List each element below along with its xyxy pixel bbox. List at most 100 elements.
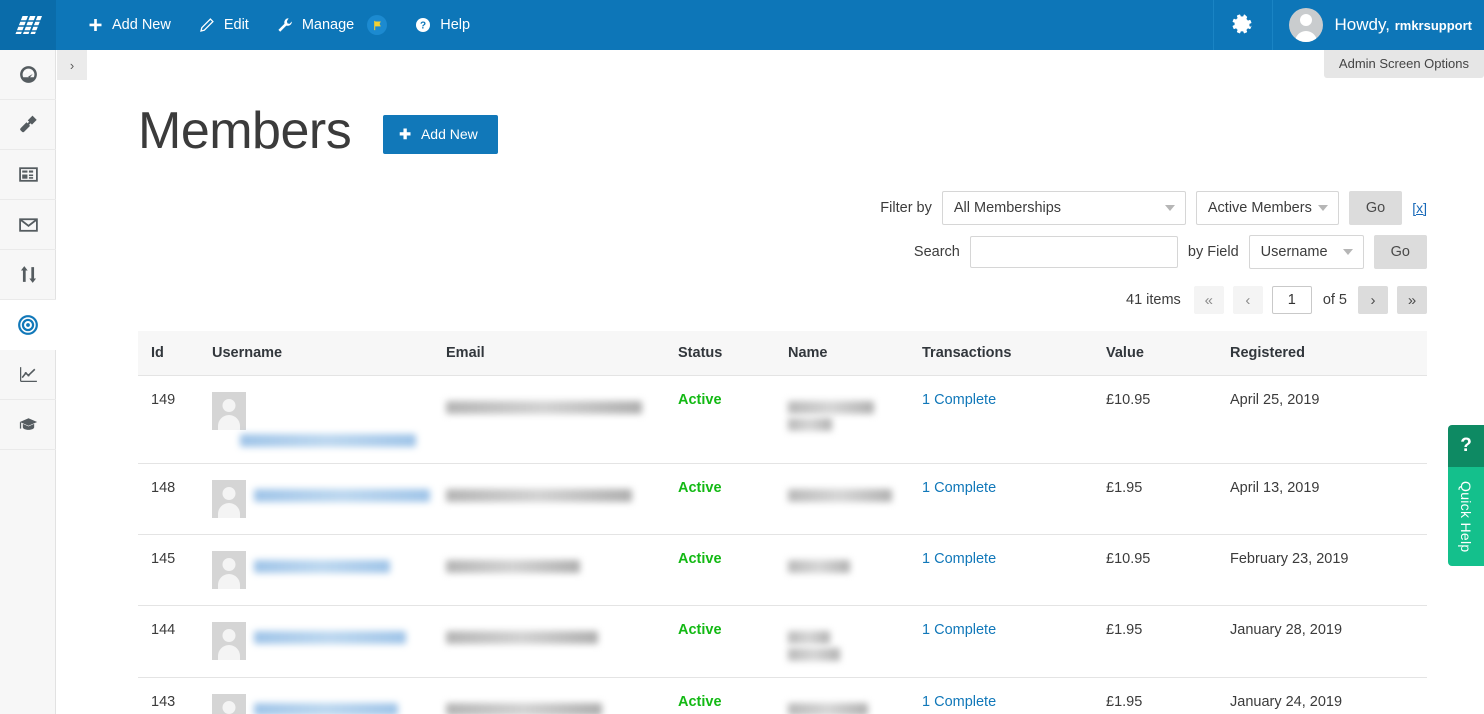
- sidebar-item-tools[interactable]: [0, 100, 56, 150]
- member-avatar: [212, 694, 246, 714]
- status-badge: Active: [678, 622, 722, 638]
- cell-username: [212, 464, 446, 535]
- flag-icon[interactable]: [367, 15, 387, 35]
- cell-value: £10.95: [1106, 376, 1230, 464]
- column-header-value[interactable]: Value: [1106, 331, 1230, 376]
- username-cell-inner[interactable]: [212, 622, 446, 660]
- username-cell-inner[interactable]: [212, 480, 446, 518]
- admin-screen-options-tab[interactable]: Admin Screen Options: [1324, 50, 1484, 78]
- status-filter-value: Active Members: [1208, 200, 1312, 216]
- last-page-button[interactable]: »: [1397, 286, 1427, 314]
- admin-bar-item-help[interactable]: ? Help: [401, 0, 484, 50]
- email-redacted: [446, 631, 598, 644]
- status-filter-select[interactable]: Active Members: [1196, 191, 1339, 225]
- table-row: 148Active1 Complete£1.95April 13, 2019: [138, 464, 1427, 535]
- site-logo[interactable]: [0, 0, 56, 50]
- column-header-username[interactable]: Username: [212, 331, 446, 376]
- username-cell-inner[interactable]: [212, 551, 446, 589]
- transactions-link[interactable]: 1 Complete: [922, 392, 996, 408]
- username-redacted[interactable]: [254, 703, 398, 714]
- status-badge: Active: [678, 694, 722, 710]
- table-row: 149Active1 Complete£10.95April 25, 2019: [138, 376, 1427, 464]
- members-table: Id Username Email Status Name Transactio…: [138, 331, 1427, 714]
- username-redacted[interactable]: [254, 489, 430, 502]
- user-account-menu[interactable]: Howdy, rmkrsupport: [1273, 0, 1484, 50]
- question-mark-icon: ?: [1460, 435, 1472, 457]
- sidebar-item-analytics[interactable]: [0, 350, 56, 400]
- cell-registered: April 13, 2019: [1230, 464, 1427, 535]
- search-field-select[interactable]: Username: [1249, 235, 1364, 269]
- members-table-wrapper: Id Username Email Status Name Transactio…: [57, 331, 1484, 714]
- column-header-transactions[interactable]: Transactions: [922, 331, 1106, 376]
- sidebar-item-courses[interactable]: [0, 400, 56, 450]
- current-page-input[interactable]: [1272, 286, 1312, 314]
- search-go-button[interactable]: Go: [1374, 235, 1427, 269]
- admin-bar-label: Add New: [112, 18, 171, 33]
- membership-filter-select[interactable]: All Memberships: [942, 191, 1186, 225]
- target-icon: [17, 314, 39, 336]
- sidebar-item-mail[interactable]: [0, 200, 56, 250]
- hammer-icon: [18, 114, 39, 135]
- sidebar-item-pages[interactable]: [0, 150, 56, 200]
- column-header-name[interactable]: Name: [788, 331, 922, 376]
- sidebar-item-memberships[interactable]: [0, 300, 56, 350]
- cell-transactions: 1 Complete: [922, 678, 1106, 714]
- sidebar-item-transfer[interactable]: [0, 250, 56, 300]
- sidebar-collapse-toggle[interactable]: ›: [57, 50, 87, 80]
- transactions-link[interactable]: 1 Complete: [922, 551, 996, 567]
- main-content: Members ✚ Add New Filter by All Membersh…: [57, 50, 1484, 714]
- email-redacted: [446, 401, 642, 414]
- column-header-status[interactable]: Status: [678, 331, 788, 376]
- admin-bar: Add New Edit Manage ? Help: [0, 0, 1484, 50]
- column-header-registered[interactable]: Registered: [1230, 331, 1427, 376]
- clear-filter-link[interactable]: [x]: [1412, 200, 1427, 216]
- graduation-cap-icon: [18, 414, 39, 435]
- sidebar-item-dashboard[interactable]: [0, 50, 56, 100]
- admin-bar-item-edit[interactable]: Edit: [185, 0, 263, 50]
- cell-id: 145: [138, 535, 212, 606]
- next-page-button[interactable]: ›: [1358, 286, 1388, 314]
- registered-date: January 28, 2019: [1230, 622, 1342, 638]
- admin-bar-item-add-new[interactable]: Add New: [74, 0, 185, 50]
- email-redacted: [446, 703, 602, 714]
- cell-email: [446, 606, 678, 678]
- transactions-link[interactable]: 1 Complete: [922, 622, 996, 638]
- first-page-button[interactable]: «: [1194, 286, 1224, 314]
- column-header-id[interactable]: Id: [138, 331, 212, 376]
- username-redacted[interactable]: [240, 434, 416, 447]
- cell-transactions: 1 Complete: [922, 464, 1106, 535]
- cell-id: 149: [138, 376, 212, 464]
- table-header-row: Id Username Email Status Name Transactio…: [138, 331, 1427, 376]
- envelope-icon: [18, 214, 39, 235]
- cell-status: Active: [678, 678, 788, 714]
- username-redacted[interactable]: [254, 560, 390, 573]
- registered-date: April 25, 2019: [1230, 392, 1319, 408]
- by-field-label: by Field: [1188, 244, 1239, 260]
- avatar: [1289, 8, 1323, 42]
- quick-help-button[interactable]: Quick Help: [1448, 467, 1484, 566]
- column-header-email[interactable]: Email: [446, 331, 678, 376]
- cell-value: £1.95: [1106, 606, 1230, 678]
- member-id: 149: [151, 392, 175, 408]
- admin-bar-label: Help: [440, 18, 470, 33]
- username-cell-inner[interactable]: [212, 694, 446, 714]
- quick-help-icon-button[interactable]: ?: [1448, 425, 1484, 467]
- cell-id: 143: [138, 678, 212, 714]
- member-avatar: [212, 551, 246, 589]
- transactions-link[interactable]: 1 Complete: [922, 694, 996, 710]
- filter-go-button[interactable]: Go: [1349, 191, 1402, 225]
- transactions-link[interactable]: 1 Complete: [922, 480, 996, 496]
- plus-icon: [88, 18, 103, 33]
- username-cell-inner[interactable]: [212, 392, 446, 430]
- gear-icon[interactable]: [1213, 0, 1273, 50]
- add-new-button[interactable]: ✚ Add New: [383, 115, 498, 154]
- email-redacted: [446, 489, 632, 502]
- prev-page-button[interactable]: ‹: [1233, 286, 1263, 314]
- search-input[interactable]: [970, 236, 1178, 268]
- admin-bar-item-manage[interactable]: Manage: [263, 0, 401, 50]
- member-avatar: [212, 480, 246, 518]
- username-redacted[interactable]: [254, 631, 406, 644]
- member-id: 144: [151, 622, 175, 638]
- cell-username: [212, 376, 446, 464]
- cell-id: 148: [138, 464, 212, 535]
